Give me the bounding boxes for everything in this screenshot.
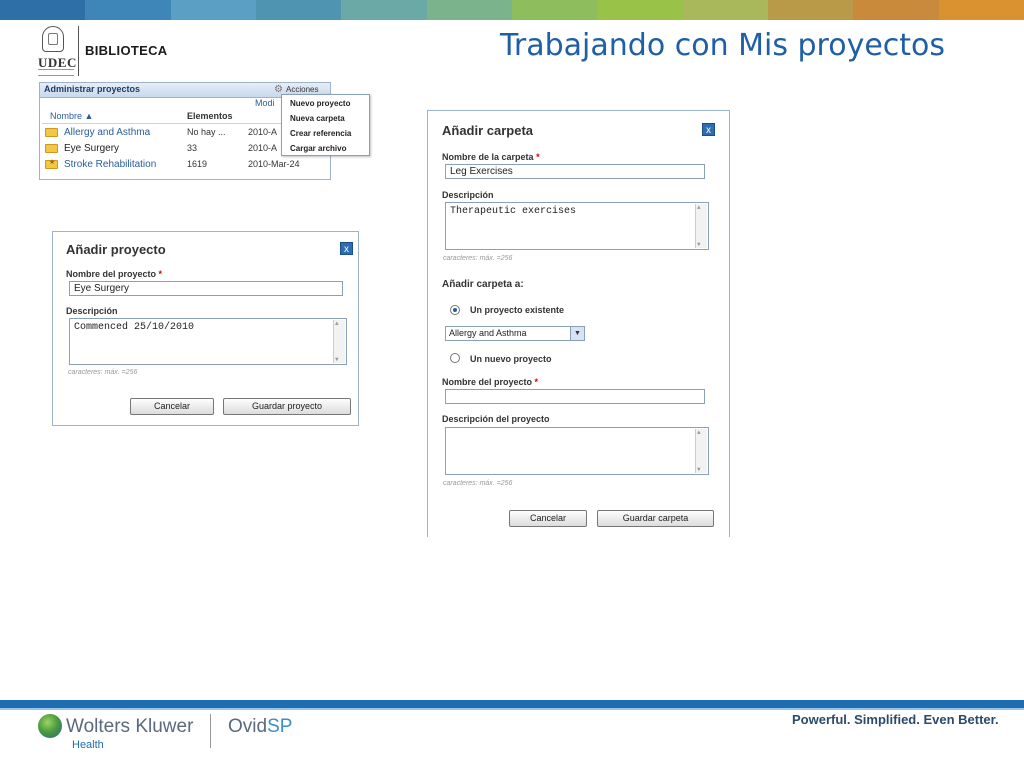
special-folder-icon (45, 158, 58, 169)
textarea-scrollbar[interactable] (695, 204, 707, 248)
folder-icon (45, 144, 58, 153)
menu-item-new-project[interactable]: Nuevo proyecto (290, 99, 350, 108)
logo-divider (78, 26, 79, 76)
char-limit-hint: caracteres: máx. =256 (68, 369, 138, 376)
footer-band-light (0, 708, 1024, 710)
folder-icon (45, 128, 58, 137)
folder-name-label: Nombre de la carpeta * (442, 152, 540, 162)
company-name: Wolters Kluwer (66, 716, 194, 737)
project-name-link[interactable]: Eye Surgery (64, 143, 119, 154)
actions-dropdown-menu: Nuevo proyecto Nueva carpeta Crear refer… (281, 94, 370, 156)
description-textarea[interactable]: Commenced 25/10/2010 (69, 318, 347, 365)
project-name-label: Nombre del proyecto * (66, 269, 163, 279)
textarea-scrollbar[interactable] (695, 429, 707, 473)
product-name: OvidSP (228, 716, 292, 738)
cancel-button[interactable]: Cancelar (509, 510, 587, 527)
existing-project-label: Un proyecto existente (470, 305, 565, 315)
udec-logo: UDEC BIBLIOTECA (36, 26, 196, 78)
project-name-input[interactable] (445, 389, 705, 404)
project-elements: No hay ... (187, 127, 226, 137)
add-folder-to-label: Añadir carpeta a: (442, 279, 524, 290)
project-name-link[interactable]: Stroke Rehabilitation (64, 159, 156, 170)
new-project-radio[interactable] (450, 353, 460, 363)
table-row[interactable]: Stroke Rehabilitation 1619 2010-Mar-24 (42, 158, 330, 172)
save-project-button[interactable]: Guardar proyecto (223, 398, 351, 415)
menu-item-create-reference[interactable]: Crear referencia (290, 129, 351, 138)
description-textarea[interactable]: Therapeutic exercises (445, 202, 709, 250)
dialog-title: Añadir proyecto (66, 242, 166, 257)
footer-band (0, 700, 1024, 708)
product-name-a: Ovid (228, 716, 268, 737)
close-icon[interactable]: x (340, 242, 353, 255)
name-column-header[interactable]: Nombre ▲ (50, 111, 93, 121)
project-description-label: Descripción del proyecto (442, 414, 550, 424)
tagline: Powerful. Simplified. Even Better. (792, 712, 999, 727)
description-text: Commenced 25/10/2010 (74, 322, 195, 333)
wolters-kluwer-globe-icon (38, 714, 62, 738)
project-name-link[interactable]: Allergy and Asthma (64, 127, 150, 138)
project-elements: 1619 (187, 159, 208, 169)
add-project-dialog: Añadir proyecto x Nombre del proyecto * … (52, 231, 359, 426)
description-label: Descripción (442, 190, 494, 200)
menu-item-upload-file[interactable]: Cargar archivo (290, 144, 346, 153)
slide-title: Trabajando con Mis proyectos (500, 28, 946, 63)
project-date: 2010-A (248, 127, 278, 137)
save-folder-button[interactable]: Guardar carpeta (597, 510, 714, 527)
add-folder-dialog: Añadir carpeta x Nombre de la carpeta * … (427, 110, 730, 537)
cancel-button[interactable]: Cancelar (130, 398, 214, 415)
modified-column-header[interactable]: Modi (255, 98, 275, 108)
menu-item-new-folder[interactable]: Nueva carpeta (290, 114, 345, 123)
projects-panel-title: Administrar proyectos (44, 84, 141, 94)
project-name-label: Nombre del proyecto * (442, 377, 539, 387)
project-date: 2010-A (248, 143, 278, 153)
dialog-title: Añadir carpeta (442, 123, 534, 138)
selected-project: Allergy and Asthma (449, 328, 527, 338)
description-label: Descripción (66, 306, 118, 316)
project-name-input[interactable]: Eye Surgery (69, 281, 343, 296)
footer-divider (210, 714, 211, 748)
folder-name-input[interactable]: Leg Exercises (445, 164, 705, 179)
project-date: 2010-Mar-24 (248, 159, 300, 169)
description-text: Therapeutic exercises (450, 206, 577, 217)
division-name: Health (72, 739, 104, 751)
university-seal-icon (42, 26, 64, 52)
existing-project-radio[interactable] (450, 305, 460, 315)
chevron-down-icon: ▼ (570, 327, 584, 340)
project-elements: 33 (187, 143, 198, 153)
new-project-label: Un nuevo proyecto (470, 354, 552, 364)
elements-column-header[interactable]: Elementos (187, 111, 233, 121)
product-name-b: SP (267, 716, 293, 737)
existing-project-select[interactable]: Allergy and Asthma ▼ (445, 326, 585, 341)
textarea-scrollbar[interactable] (333, 320, 345, 363)
actions-button[interactable]: Acciones (286, 85, 318, 94)
library-label: BIBLIOTECA (85, 43, 168, 58)
char-limit-hint: caracteres: máx. =256 (443, 480, 513, 487)
char-limit-hint: caracteres: máx. =256 (443, 255, 513, 262)
project-description-textarea[interactable] (445, 427, 709, 475)
logo-subtitle-lines (38, 69, 74, 76)
close-icon[interactable]: x (702, 123, 715, 136)
top-decorative-band (0, 0, 1024, 20)
